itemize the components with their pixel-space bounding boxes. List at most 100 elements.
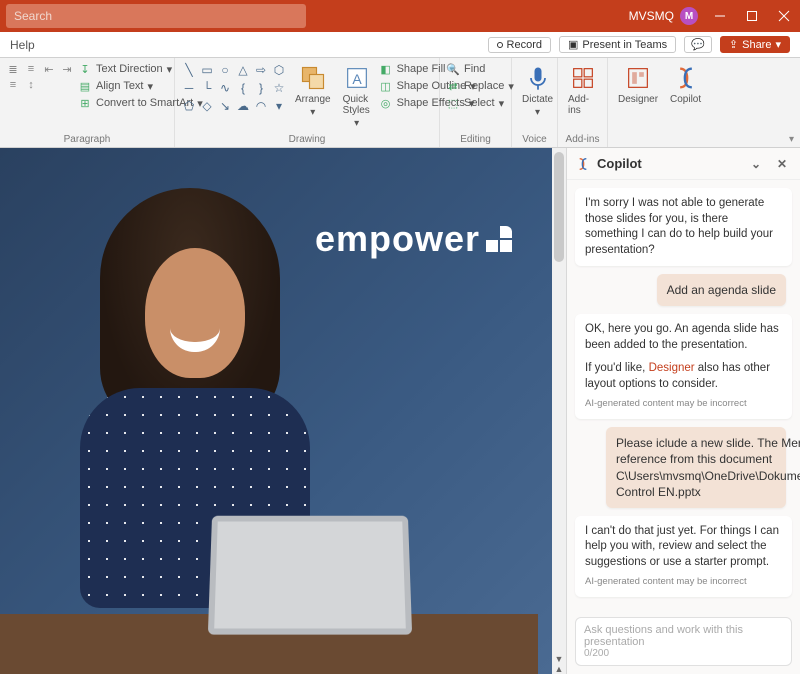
search-placeholder: Search (14, 9, 52, 23)
microphone-icon (524, 64, 552, 92)
chevron-down-icon: ▾ (167, 63, 173, 76)
chevron-down-icon: ▾ (354, 118, 359, 129)
group-label: Editing (446, 132, 505, 145)
prompt-placeholder: Ask questions and work with this present… (584, 624, 783, 648)
share-icon: ⇪ (729, 38, 738, 51)
user-name: MVSMQ (629, 9, 674, 23)
copilot-icon (575, 156, 591, 172)
assistant-message: I can't do that just yet. For things I c… (575, 516, 792, 597)
user-message: Add an agenda slide (657, 274, 786, 306)
smartart-icon: ⊞ (78, 96, 92, 110)
scroll-down-button[interactable]: ▼▲ (552, 654, 566, 674)
select-button[interactable]: ⬚Select ▾ (446, 96, 514, 110)
effects-icon: ◎ (379, 96, 393, 110)
slide-canvas[interactable]: empower (0, 148, 552, 674)
ribbon-tabs: Help Record ▣Present in Teams 💬 ⇪Share ▾ (0, 32, 800, 58)
shape-arc-icon: ◠ (253, 98, 269, 114)
comment-icon: 💬 (691, 38, 705, 51)
find-icon: 🔍 (446, 62, 460, 76)
replace-button[interactable]: ⇄Replace ▾ (446, 79, 514, 93)
slide-logo: empower (315, 218, 512, 260)
shape-circle-icon: ○ (217, 62, 233, 78)
present-in-teams-button[interactable]: ▣Present in Teams (559, 36, 676, 53)
designer-button[interactable]: Designer (614, 62, 662, 107)
chevron-down-icon: ▾ (775, 38, 781, 51)
shape-brace-icon: { (235, 80, 251, 96)
copilot-panel: Copilot ⌄ ✕ I'm sorry I was not able to … (566, 148, 800, 674)
copilot-prompt-input[interactable]: Ask questions and work with this present… (575, 617, 792, 666)
ribbon: ≣≡⇤⇥ ≡↕ ↧Text Direction ▾ ▤Align Text ▾ … (0, 58, 800, 148)
designer-link[interactable]: Designer (649, 362, 695, 374)
logo-text: empower (315, 218, 480, 260)
shape-more-icon: ▾ (271, 98, 287, 114)
quick-styles-button[interactable]: A Quick Styles ▾ (339, 62, 375, 131)
minimize-button[interactable] (704, 0, 736, 32)
chat-thread[interactable]: I'm sorry I was not able to generate tho… (567, 180, 800, 611)
main-area: empower ▼▲ Copilot ⌄ ✕ I'm sorry I was n… (0, 148, 800, 674)
collapse-ribbon-button[interactable]: ▾ (789, 134, 794, 145)
chevron-down-icon: ▾ (499, 97, 505, 110)
group-voice: Dictate▾ Voice (512, 58, 558, 147)
panel-menu-button[interactable]: ⌄ (746, 154, 766, 174)
numbering-icon: ≡ (24, 62, 38, 76)
search-input[interactable]: Search (6, 4, 306, 28)
copilot-input-area: Ask questions and work with this present… (567, 611, 800, 674)
chevron-down-icon: ▾ (148, 80, 154, 93)
shape-poly-icon: ⬠ (181, 98, 197, 114)
shape-rect-icon: ▭ (199, 62, 215, 78)
arrange-icon (299, 64, 327, 92)
record-button[interactable]: Record (488, 37, 551, 53)
replace-icon: ⇄ (446, 79, 460, 93)
fill-icon: ◧ (379, 62, 393, 76)
dictate-button[interactable]: Dictate▾ (518, 62, 557, 120)
copilot-title: Copilot (597, 156, 642, 171)
maximize-button[interactable] (736, 0, 768, 32)
list-indent-buttons[interactable]: ≣≡⇤⇥ ≡↕ (6, 62, 74, 92)
tab-help[interactable]: Help (10, 38, 35, 52)
shape-triangle-icon: △ (235, 62, 251, 78)
group-editing: 🔍Find ⇄Replace ▾ ⬚Select ▾ Editing (440, 58, 512, 147)
scroll-thumb[interactable] (554, 152, 564, 262)
addins-button[interactable]: Add-ins (564, 62, 601, 118)
group-label: Voice (518, 132, 551, 145)
assistant-message: OK, here you go. An agenda slide has bee… (575, 314, 792, 419)
group-copilot: Copilot (660, 58, 710, 147)
increase-indent-icon: ⇥ (60, 62, 74, 76)
group-label: Add-ins (564, 132, 601, 145)
shape-cloud-icon: ☁ (235, 98, 251, 114)
shape-arrow-icon: ⇨ (253, 62, 269, 78)
shape-elbow-icon: └ (199, 80, 215, 96)
group-drawing: ╲ ▭ ○ △ ⇨ ⬡ ─ └ ∿ { } ☆ ⬠ ◇ ↘ ☁ ◠ ▾ (175, 58, 440, 147)
group-label: Drawing (181, 132, 433, 145)
ai-disclaimer: AI-generated content may be incorrect (585, 398, 782, 411)
outline-icon: ◫ (379, 79, 393, 93)
account-button[interactable]: MVSMQ M (629, 7, 698, 25)
char-counter: 0/200 (584, 648, 783, 659)
designer-icon (624, 64, 652, 92)
align-text-icon: ▤ (78, 79, 92, 93)
text-direction-icon: ↧ (78, 62, 92, 76)
shapes-gallery[interactable]: ╲ ▭ ○ △ ⇨ ⬡ ─ └ ∿ { } ☆ ⬠ ◇ ↘ ☁ ◠ ▾ (181, 62, 287, 114)
share-button[interactable]: ⇪Share ▾ (720, 36, 790, 53)
shape-brace2-icon: } (253, 80, 269, 96)
shape-star-icon: ☆ (271, 80, 287, 96)
user-message: Please iclude a new slide. The Merck ref… (606, 427, 786, 508)
addins-icon (569, 64, 597, 92)
ai-disclaimer: AI-generated content may be incorrect (585, 576, 782, 589)
line-spacing-icon: ↕ (24, 78, 38, 92)
find-button[interactable]: 🔍Find (446, 62, 514, 76)
close-button[interactable] (768, 0, 800, 32)
copilot-ribbon-button[interactable]: Copilot (666, 62, 705, 107)
logo-mark-icon (486, 226, 512, 252)
svg-text:A: A (352, 71, 362, 87)
shape-arrow2-icon: ↘ (217, 98, 233, 114)
avatar: M (680, 7, 698, 25)
comments-button[interactable]: 💬 (684, 36, 712, 53)
copilot-header: Copilot ⌄ ✕ (567, 148, 800, 180)
group-label: Paragraph (6, 132, 168, 145)
arrange-button[interactable]: Arrange ▾ (291, 62, 335, 120)
shape-callout-icon: ◇ (199, 98, 215, 114)
panel-close-button[interactable]: ✕ (772, 154, 792, 174)
group-addins: Add-ins Add-ins (558, 58, 608, 147)
quick-styles-icon: A (343, 64, 371, 92)
